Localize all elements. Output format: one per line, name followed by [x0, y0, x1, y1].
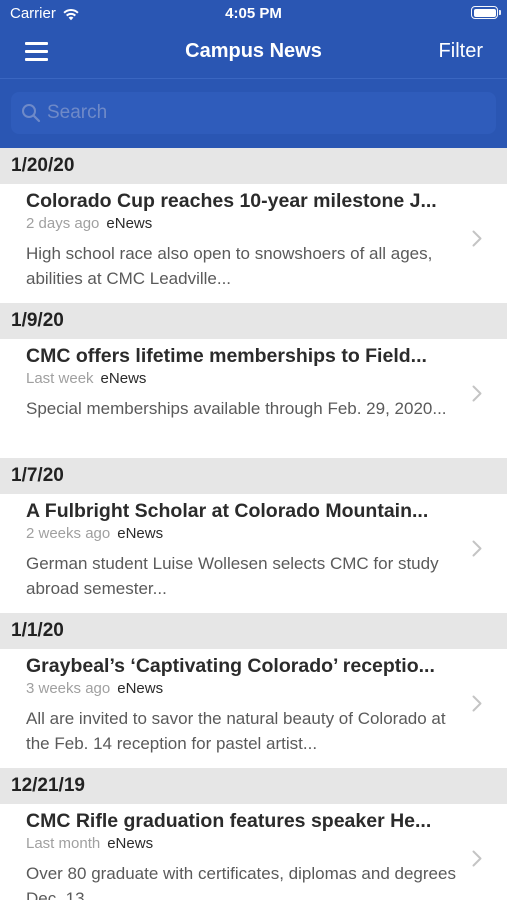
chevron-right-icon	[472, 695, 482, 712]
section-header-date: 12/21/19	[0, 768, 507, 804]
chevron-right-icon	[472, 230, 482, 247]
search-icon	[22, 104, 41, 123]
news-source: eNews	[100, 370, 147, 387]
news-summary: High school race also open to snowshoers…	[26, 244, 433, 288]
news-item[interactable]: Graybeal’s ‘Captivating Colorado’ recept…	[0, 649, 507, 768]
news-source: eNews	[106, 215, 153, 232]
search-input[interactable]: Search	[11, 92, 496, 134]
status-time: 4:05 PM	[225, 5, 282, 22]
news-list: 1/20/20 Colorado Cup reaches 10-year mil…	[0, 148, 507, 900]
navigation-bar: Campus News Filter	[0, 28, 507, 78]
news-meta: Last month eNews	[26, 835, 153, 852]
news-title: CMC offers lifetime memberships to Field…	[26, 345, 427, 367]
news-time: 2 days ago	[26, 215, 100, 232]
news-time: Last week	[26, 370, 94, 387]
news-time: 2 weeks ago	[26, 525, 111, 542]
chevron-right-icon	[472, 850, 482, 867]
news-item[interactable]: A Fulbright Scholar at Colorado Mountain…	[0, 494, 507, 613]
news-source: eNews	[107, 835, 154, 852]
news-time: Last month	[26, 835, 101, 852]
news-item[interactable]: CMC offers lifetime memberships to Field…	[0, 339, 507, 458]
page-title: Campus News	[185, 40, 322, 62]
news-title: A Fulbright Scholar at Colorado Mountain…	[26, 500, 429, 522]
news-summary: Over 80 graduate with certificates, dipl…	[26, 864, 456, 900]
section-header-date: 1/9/20	[0, 303, 507, 339]
news-meta: 2 weeks ago eNews	[26, 525, 163, 542]
news-source: eNews	[117, 525, 164, 542]
news-summary: All are invited to savor the natural bea…	[26, 709, 446, 753]
news-title: Colorado Cup reaches 10-year milestone J…	[26, 190, 437, 212]
news-source: eNews	[117, 680, 164, 697]
status-bar: Carrier 4:05 PM	[0, 0, 507, 28]
section-header-date: 1/7/20	[0, 458, 507, 494]
battery-icon	[471, 6, 501, 19]
section-header-date: 1/1/20	[0, 613, 507, 649]
filter-button[interactable]: Filter	[439, 40, 483, 63]
chevron-right-icon	[472, 385, 482, 402]
news-meta: Last week eNews	[26, 370, 146, 387]
news-summary: German student Luise Wollesen selects CM…	[26, 554, 439, 598]
news-time: 3 weeks ago	[26, 680, 111, 697]
header: Carrier 4:05 PM Campus News Filter Searc…	[0, 0, 507, 148]
news-title: CMC Rifle graduation features speaker He…	[26, 810, 432, 832]
news-summary: Special memberships available through Fe…	[26, 399, 447, 418]
navbar-divider	[0, 78, 507, 79]
news-title: Graybeal’s ‘Captivating Colorado’ recept…	[26, 655, 435, 677]
search-placeholder: Search	[47, 102, 108, 123]
news-meta: 3 weeks ago eNews	[26, 680, 163, 697]
news-item[interactable]: Colorado Cup reaches 10-year milestone J…	[0, 184, 507, 303]
chevron-right-icon	[472, 540, 482, 557]
news-meta: 2 days ago eNews	[26, 215, 152, 232]
section-header-date: 1/20/20	[0, 148, 507, 184]
news-item[interactable]: CMC Rifle graduation features speaker He…	[0, 804, 507, 900]
